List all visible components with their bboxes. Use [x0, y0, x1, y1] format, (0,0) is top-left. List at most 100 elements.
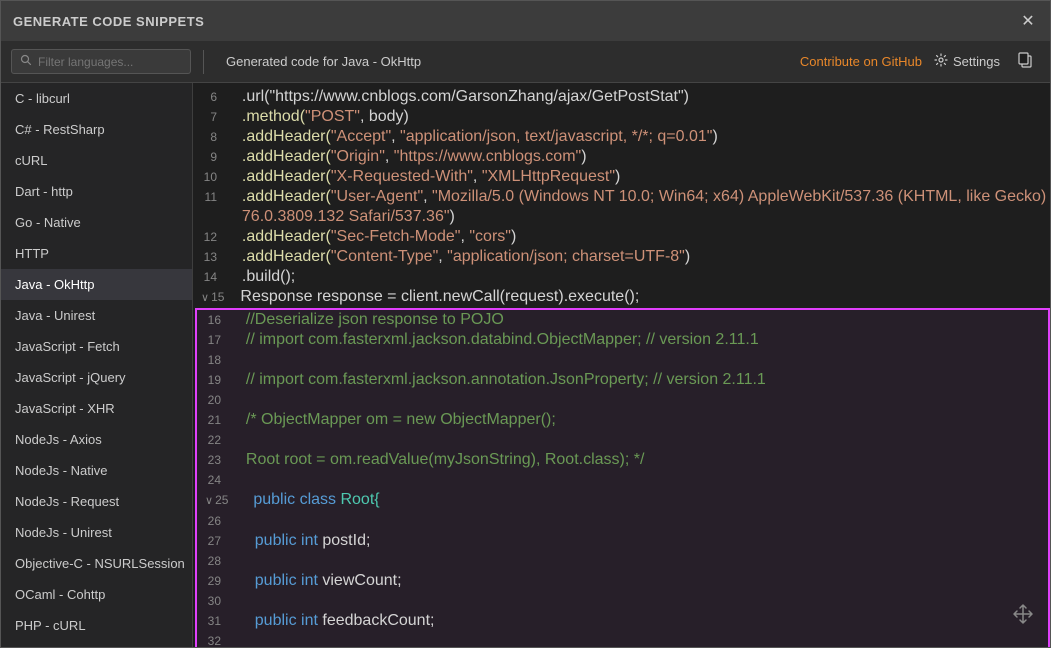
- line-number: ∨25: [197, 490, 244, 511]
- search-input[interactable]: [38, 55, 168, 69]
- contribute-link[interactable]: Contribute on GitHub: [800, 54, 922, 69]
- code-line: 20: [197, 390, 1048, 410]
- code-line: 13 .addHeader("Content-Type", "applicati…: [193, 247, 1050, 267]
- line-number: 16: [197, 310, 237, 330]
- line-number: 7: [193, 107, 233, 127]
- sidebar-item-go-native[interactable]: Go - Native: [1, 207, 192, 238]
- copy-button[interactable]: [1012, 50, 1040, 73]
- sidebar-item-java-okhttp[interactable]: Java - OkHttp: [1, 269, 192, 300]
- code-line: 16 //Deserialize json response to POJO: [197, 310, 1048, 330]
- line-content: //Deserialize json response to POJO: [237, 310, 524, 330]
- sidebar-item-java-unirest[interactable]: Java - Unirest: [1, 300, 192, 331]
- line-number: 22: [197, 430, 237, 450]
- code-line: 8 .addHeader("Accept", "application/json…: [193, 127, 1050, 147]
- sidebar-item-javascript-fetch[interactable]: JavaScript - Fetch: [1, 331, 192, 362]
- line-number: 26: [197, 511, 237, 531]
- line-content: .addHeader("User-Agent", "Mozilla/5.0 (W…: [233, 187, 1050, 207]
- code-line: 30: [197, 591, 1048, 611]
- sidebar-item-javascript-xhr[interactable]: JavaScript - XHR: [1, 393, 192, 424]
- code-line: 24: [197, 470, 1048, 490]
- line-number: 21: [197, 410, 237, 430]
- code-line: 7 .method("POST", body): [193, 107, 1050, 127]
- code-lines-container: 6 .url("https://www.cnblogs.com/GarsonZh…: [193, 83, 1050, 647]
- code-line: 26: [197, 511, 1048, 531]
- toolbar-right: Contribute on GitHub Settings: [800, 50, 1040, 73]
- close-button[interactable]: ✕: [1018, 11, 1038, 31]
- sidebar-item-objc-nsurlsession[interactable]: Objective-C - NSURLSession: [1, 548, 192, 579]
- code-line: 29 public int viewCount;: [197, 571, 1048, 591]
- line-number: 8: [193, 127, 233, 147]
- code-area[interactable]: 6 .url("https://www.cnblogs.com/GarsonZh…: [193, 83, 1050, 647]
- line-number: 11: [193, 187, 233, 207]
- line-number: 30: [197, 591, 237, 611]
- main-content: C - libcurlC# - RestSharpcURLDart - http…: [1, 83, 1050, 647]
- sidebar-item-c-libcurl[interactable]: C - libcurl: [1, 83, 192, 114]
- line-number: 10: [193, 167, 233, 187]
- code-line: 11 .addHeader("User-Agent", "Mozilla/5.0…: [193, 187, 1050, 207]
- code-line: 10 .addHeader("X-Requested-With", "XMLHt…: [193, 167, 1050, 187]
- line-number: 24: [197, 470, 237, 490]
- sidebar-item-http[interactable]: HTTP: [1, 238, 192, 269]
- line-content: Root root = om.readValue(myJsonString), …: [237, 450, 664, 470]
- code-line: ∨25 public class Root{: [197, 490, 1048, 511]
- code-line: 9 .addHeader("Origin", "https://www.cnbl…: [193, 147, 1050, 167]
- line-number: 29: [197, 571, 237, 591]
- line-content: .method("POST", body): [233, 107, 429, 127]
- code-line: 21 /* ObjectMapper om = new ObjectMapper…: [197, 410, 1048, 430]
- line-content: public class Root{: [244, 490, 399, 510]
- search-icon: [20, 54, 32, 69]
- code-line: 76.0.3809.132 Safari/537.36"): [193, 207, 1050, 227]
- code-line: 22: [197, 430, 1048, 450]
- code-line: 28: [197, 551, 1048, 571]
- code-line: 6 .url("https://www.cnblogs.com/GarsonZh…: [193, 87, 1050, 107]
- line-number: ∨15: [193, 287, 240, 308]
- app-window: GENERATE CODE SNIPPETS ✕ Generated code …: [0, 0, 1051, 648]
- code-line: ∨15Response response = client.newCall(re…: [193, 287, 1050, 308]
- sidebar: C - libcurlC# - RestSharpcURLDart - http…: [1, 83, 193, 647]
- line-content: public int viewCount;: [237, 571, 422, 591]
- title-bar: GENERATE CODE SNIPPETS ✕: [1, 1, 1050, 41]
- code-line: 17 // import com.fasterxml.jackson.datab…: [197, 330, 1048, 350]
- sidebar-item-nodejs-request[interactable]: NodeJs - Request: [1, 486, 192, 517]
- toolbar-divider: [203, 50, 204, 74]
- line-number: 6: [193, 87, 233, 107]
- code-line: 12 .addHeader("Sec-Fetch-Mode", "cors"): [193, 227, 1050, 247]
- line-number: 27: [197, 531, 237, 551]
- line-content: .addHeader("Origin", "https://www.cnblog…: [233, 147, 607, 167]
- settings-button[interactable]: Settings: [934, 53, 1000, 70]
- sidebar-item-ocaml-cohttp[interactable]: OCaml - Cohttp: [1, 579, 192, 610]
- line-content: .addHeader("X-Requested-With", "XMLHttpR…: [233, 167, 640, 187]
- line-content: public int postId;: [237, 531, 390, 551]
- code-line: 31 public int feedbackCount;: [197, 611, 1048, 631]
- gear-icon: [934, 53, 948, 70]
- sidebar-item-php-curl[interactable]: PHP - cURL: [1, 610, 192, 641]
- line-number: 17: [197, 330, 237, 350]
- toolbar: Generated code for Java - OkHttp Contrib…: [1, 41, 1050, 83]
- code-line: 19 // import com.fasterxml.jackson.annot…: [197, 370, 1048, 390]
- title-bar-title: GENERATE CODE SNIPPETS: [13, 14, 204, 29]
- settings-label: Settings: [953, 54, 1000, 69]
- sidebar-item-nodejs-unirest[interactable]: NodeJs - Unirest: [1, 517, 192, 548]
- line-content: .addHeader("Sec-Fetch-Mode", "cors"): [233, 227, 536, 247]
- line-number: 13: [193, 247, 233, 267]
- line-number: 20: [197, 390, 237, 410]
- sidebar-item-curl[interactable]: cURL: [1, 145, 192, 176]
- move-icon[interactable]: [1012, 603, 1034, 631]
- sidebar-item-javascript-jquery[interactable]: JavaScript - jQuery: [1, 362, 192, 393]
- generated-label: Generated code for Java - OkHttp: [216, 54, 792, 69]
- line-content: /* ObjectMapper om = new ObjectMapper();: [237, 410, 576, 430]
- line-number: 28: [197, 551, 237, 571]
- search-box[interactable]: [11, 49, 191, 74]
- code-line: 18: [197, 350, 1048, 370]
- line-number: 12: [193, 227, 233, 247]
- sidebar-item-csharp-restsharp[interactable]: C# - RestSharp: [1, 114, 192, 145]
- code-line: 23 Root root = om.readValue(myJsonString…: [197, 450, 1048, 470]
- line-number: 23: [197, 450, 237, 470]
- code-line: 32: [197, 631, 1048, 647]
- sidebar-item-dart-http[interactable]: Dart - http: [1, 176, 192, 207]
- sidebar-item-nodejs-native[interactable]: NodeJs - Native: [1, 455, 192, 486]
- line-content: .addHeader("Content-Type", "application/…: [233, 247, 710, 267]
- line-number: 14: [193, 267, 233, 287]
- line-content: Response response = client.newCall(reque…: [240, 287, 659, 307]
- sidebar-item-nodejs-axios[interactable]: NodeJs - Axios: [1, 424, 192, 455]
